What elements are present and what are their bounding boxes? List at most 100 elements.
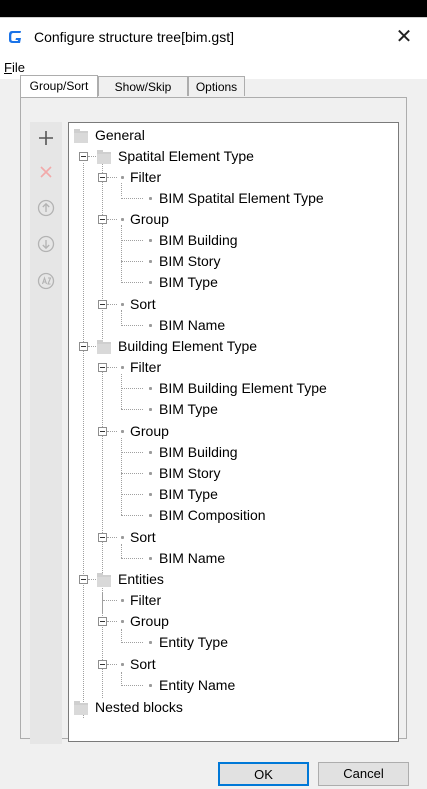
tree-node-label: Nested blocks — [95, 699, 183, 715]
tree-node-label: General — [95, 127, 145, 143]
window-title: Configure structure tree[bim.gst] — [34, 29, 234, 45]
tree-node-label: BIM Building — [159, 444, 238, 460]
collapse-icon[interactable] — [98, 300, 107, 309]
tree-connector — [121, 261, 143, 262]
tab-group-sort[interactable]: Group/Sort — [20, 75, 98, 97]
bullet-icon — [121, 599, 124, 602]
folder-icon — [97, 573, 111, 587]
tree-connector — [121, 282, 143, 283]
tab-show-skip[interactable]: Show/Skip — [98, 76, 188, 96]
bullet-icon — [149, 557, 152, 560]
folder-icon — [97, 340, 111, 354]
ok-button[interactable]: OK — [218, 762, 309, 786]
collapse-icon[interactable] — [98, 617, 107, 626]
tree-node-label: BIM Type — [159, 486, 218, 502]
tree-connector — [102, 592, 103, 698]
bullet-icon — [149, 472, 152, 475]
sort-button[interactable] — [33, 268, 59, 294]
collapse-icon[interactable] — [98, 533, 107, 542]
bullet-icon — [149, 387, 152, 390]
collapse-icon[interactable] — [98, 363, 107, 372]
tree-connector — [121, 310, 122, 324]
tree-node-label: Sort — [130, 296, 156, 312]
tree-connector — [121, 374, 122, 409]
bullet-icon — [121, 663, 124, 666]
tree-node-label: Filter — [130, 169, 162, 185]
tree-node-label: BIM Building Element Type — [159, 380, 327, 396]
bullet-icon — [149, 641, 152, 644]
collapse-icon[interactable] — [98, 215, 107, 224]
tree-connector — [107, 664, 117, 665]
sort-az-icon — [37, 272, 55, 290]
tree-node-label: BIM Type — [159, 401, 218, 417]
bullet-icon — [149, 408, 152, 411]
bullet-icon — [121, 218, 124, 221]
collapse-icon[interactable] — [98, 660, 107, 669]
tree-connector — [121, 685, 143, 686]
remove-button[interactable] — [33, 159, 59, 185]
top-black-strip — [0, 0, 427, 17]
tree-connector — [121, 544, 122, 558]
tree-connector — [121, 629, 122, 643]
move-down-button[interactable] — [33, 231, 59, 257]
folder-icon — [74, 129, 88, 143]
tree-node-label: Building Element Type — [118, 338, 258, 354]
collapse-icon[interactable] — [98, 173, 107, 182]
bullet-icon — [121, 366, 124, 369]
tree-connector — [121, 409, 143, 410]
tree-connector — [107, 367, 117, 368]
tree-node-label: Filter — [130, 592, 162, 608]
structure-tree[interactable]: General Spatital Element Type Filter BIM… — [68, 122, 399, 742]
collapse-icon[interactable] — [79, 152, 88, 161]
tree-node-label: Filter — [130, 359, 162, 375]
add-button[interactable] — [33, 125, 59, 151]
bullet-icon — [149, 684, 152, 687]
tree-connector — [107, 537, 117, 538]
move-up-icon — [37, 199, 55, 217]
collapse-icon[interactable] — [79, 575, 88, 584]
collapse-icon[interactable] — [98, 427, 107, 436]
tree-node-label: BIM Name — [159, 317, 226, 333]
tree-connector — [107, 621, 117, 622]
gstarcad-logo-icon — [8, 29, 24, 45]
tree-node-label: Sort — [130, 529, 156, 545]
tree-connector — [121, 183, 122, 196]
tree-connector — [121, 452, 143, 453]
tree-node-label: BIM Story — [159, 465, 221, 481]
bullet-icon — [121, 176, 124, 179]
tree-connector — [88, 346, 96, 347]
bullet-icon — [149, 281, 152, 284]
delete-x-icon — [40, 166, 52, 178]
plus-icon — [39, 131, 53, 145]
tree-connector — [83, 163, 84, 718]
collapse-icon[interactable] — [79, 342, 88, 351]
tree-node-label: BIM Building — [159, 232, 238, 248]
folder-icon — [97, 150, 111, 164]
tree-connector — [107, 219, 117, 220]
menu-file-accelerator: F — [4, 60, 12, 75]
tree-node-label: BIM Composition — [159, 507, 266, 523]
tree-node-label: Sort — [130, 656, 156, 672]
move-up-button[interactable] — [33, 195, 59, 221]
bullet-icon — [121, 430, 124, 433]
tree-connector — [121, 225, 122, 281]
close-icon: ✕ — [395, 26, 413, 48]
tree-node-label: Entity Type — [159, 634, 229, 650]
tree-connector — [121, 325, 143, 326]
tree-connector — [107, 431, 117, 432]
title-bar[interactable]: Configure structure tree[bim.gst] ✕ — [0, 17, 427, 57]
close-button[interactable]: ✕ — [382, 19, 426, 55]
move-down-icon — [37, 235, 55, 253]
bullet-icon — [121, 620, 124, 623]
bullet-icon — [121, 536, 124, 539]
tree-node-label: BIM Story — [159, 253, 221, 269]
tree-connector — [121, 473, 143, 474]
tree-node-label: Group — [130, 211, 169, 227]
bullet-icon — [149, 324, 152, 327]
bullet-icon — [149, 514, 152, 517]
tab-options[interactable]: Options — [188, 76, 245, 96]
menu-file[interactable]: File — [4, 60, 25, 75]
tree-node-label: Group — [130, 613, 169, 629]
cancel-button[interactable]: Cancel — [318, 762, 409, 786]
tree-node-label: BIM Spatital Element Type — [159, 190, 324, 206]
